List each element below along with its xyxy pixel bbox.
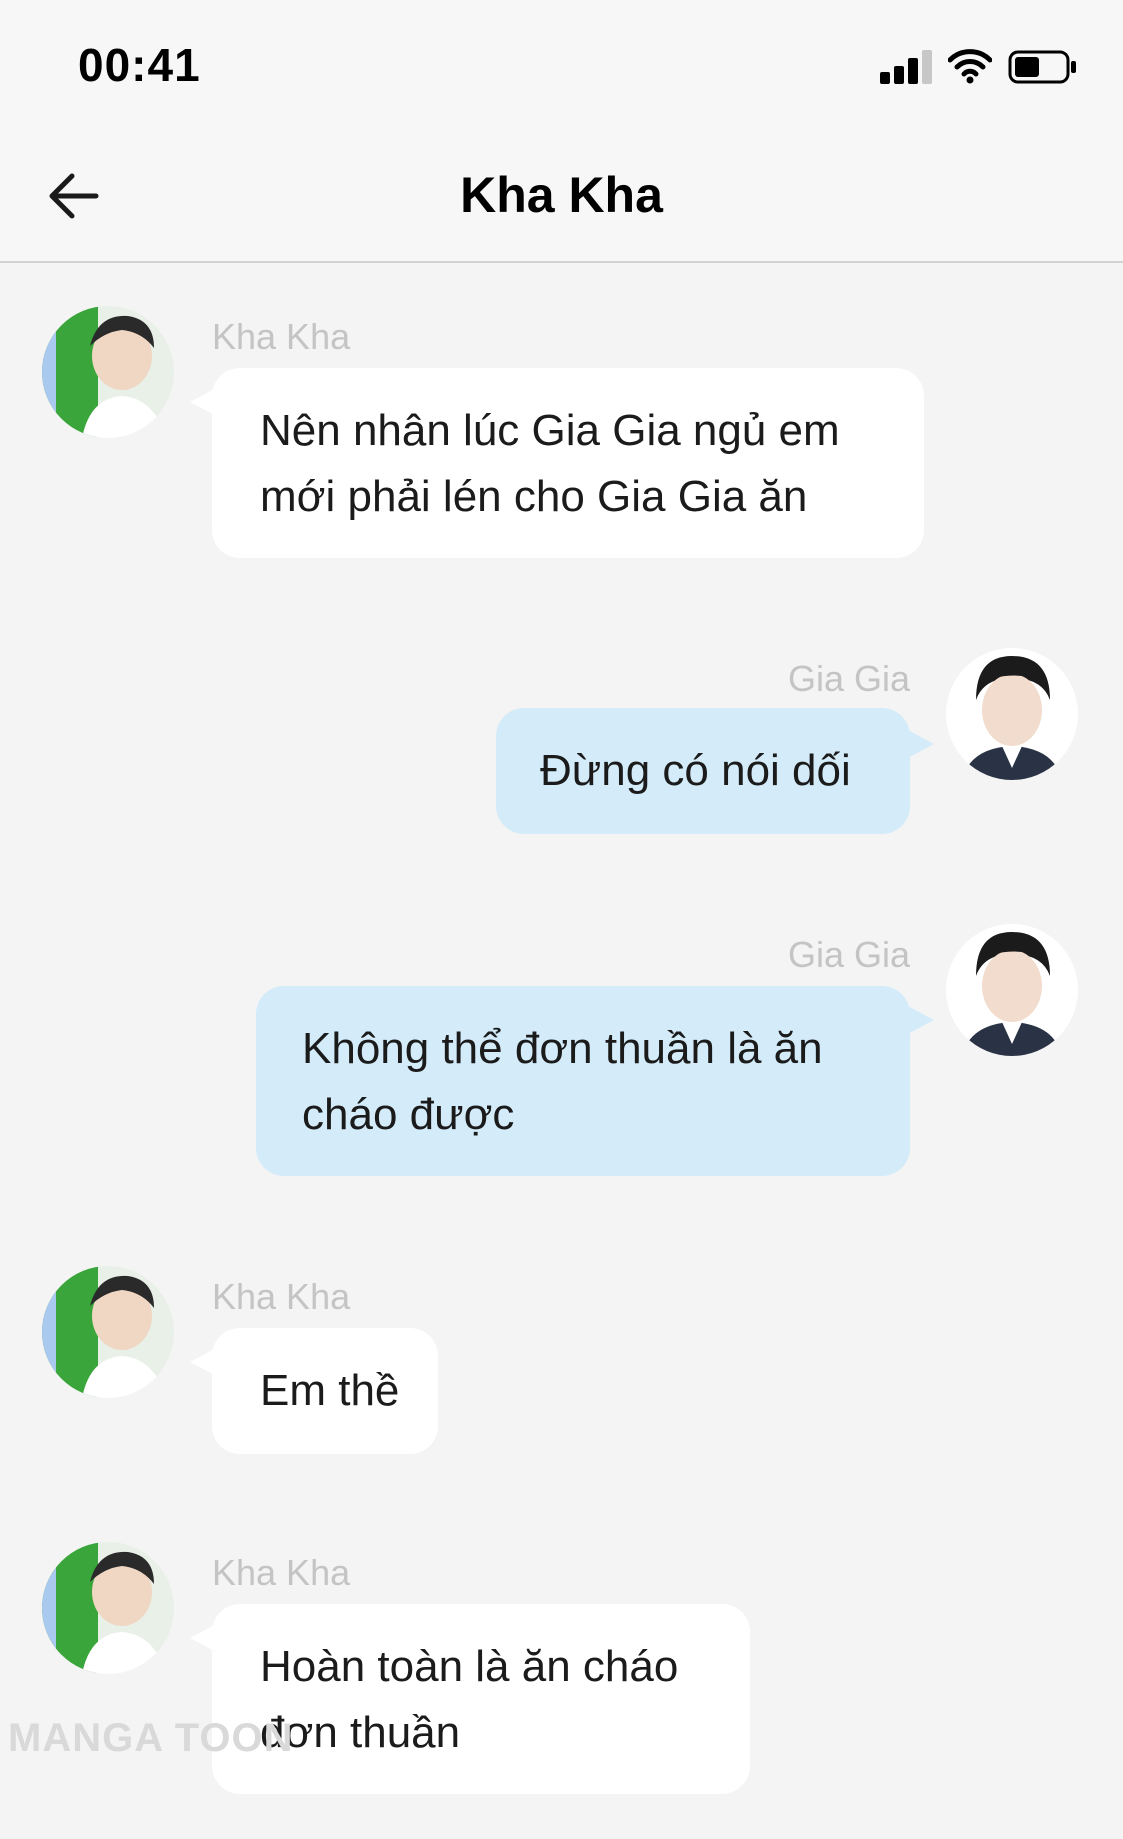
back-button[interactable] [44, 166, 104, 226]
sender-name: Gia Gia [787, 658, 910, 699]
bubble-tail [908, 730, 934, 758]
avatar-kha-kha[interactable] [42, 1542, 174, 1674]
sender-name: Gia Gia [787, 934, 910, 975]
bubble-tail [908, 1006, 934, 1034]
message-text-line: Không thể đơn thuần là ăn [302, 1024, 823, 1073]
watermark-logo: MANGA TOON [8, 1716, 294, 1760]
avatar-gia-gia[interactable] [946, 648, 1078, 780]
message-bubble[interactable]: Đừng có nói dối [496, 708, 910, 834]
avatar-gia-gia[interactable] [946, 924, 1078, 1056]
message-bubble[interactable]: Hoàn toàn là ăn cháo đơn thuần [212, 1604, 750, 1794]
message-bubble[interactable]: Nên nhân lúc Gia Gia ngủ em mới phải lén… [212, 368, 924, 558]
message-text-line: đơn thuần [260, 1708, 461, 1757]
sender-name: Kha Kha [212, 1276, 351, 1317]
status-time: 00:41 [78, 39, 201, 91]
message-text-line: cháo được [302, 1090, 515, 1139]
message-bubble[interactable]: Không thể đơn thuần là ăn cháo được [256, 986, 910, 1176]
navigation-bar: Kha Kha [0, 130, 1123, 263]
message-text-line: Hoàn toàn là ăn cháo [260, 1642, 679, 1691]
battery-icon [1008, 50, 1078, 84]
message-text-line: Em thề [260, 1366, 400, 1415]
message-text-line: Nên nhân lúc Gia Gia ngủ em [260, 406, 840, 455]
arrow-left-icon [49, 173, 99, 219]
message-text-line: Đừng có nói dối [540, 746, 851, 795]
avatar-kha-kha[interactable] [42, 1266, 174, 1398]
message-text-line: mới phải lén cho Gia Gia ăn [260, 472, 808, 521]
message-bubble[interactable]: Em thề [212, 1328, 438, 1454]
status-bar: 00:41 [0, 0, 1123, 130]
cellular-signal-icon [880, 50, 934, 84]
sender-name: Kha Kha [212, 316, 351, 357]
chat-screen: 00:41 Kha Kha Kha Kha Nên nhân lúc Gia G… [0, 0, 1123, 1839]
avatar-kha-kha[interactable] [42, 306, 174, 438]
sender-name: Kha Kha [212, 1552, 351, 1593]
page-title: Kha Kha [460, 167, 663, 223]
wifi-icon [947, 48, 993, 84]
